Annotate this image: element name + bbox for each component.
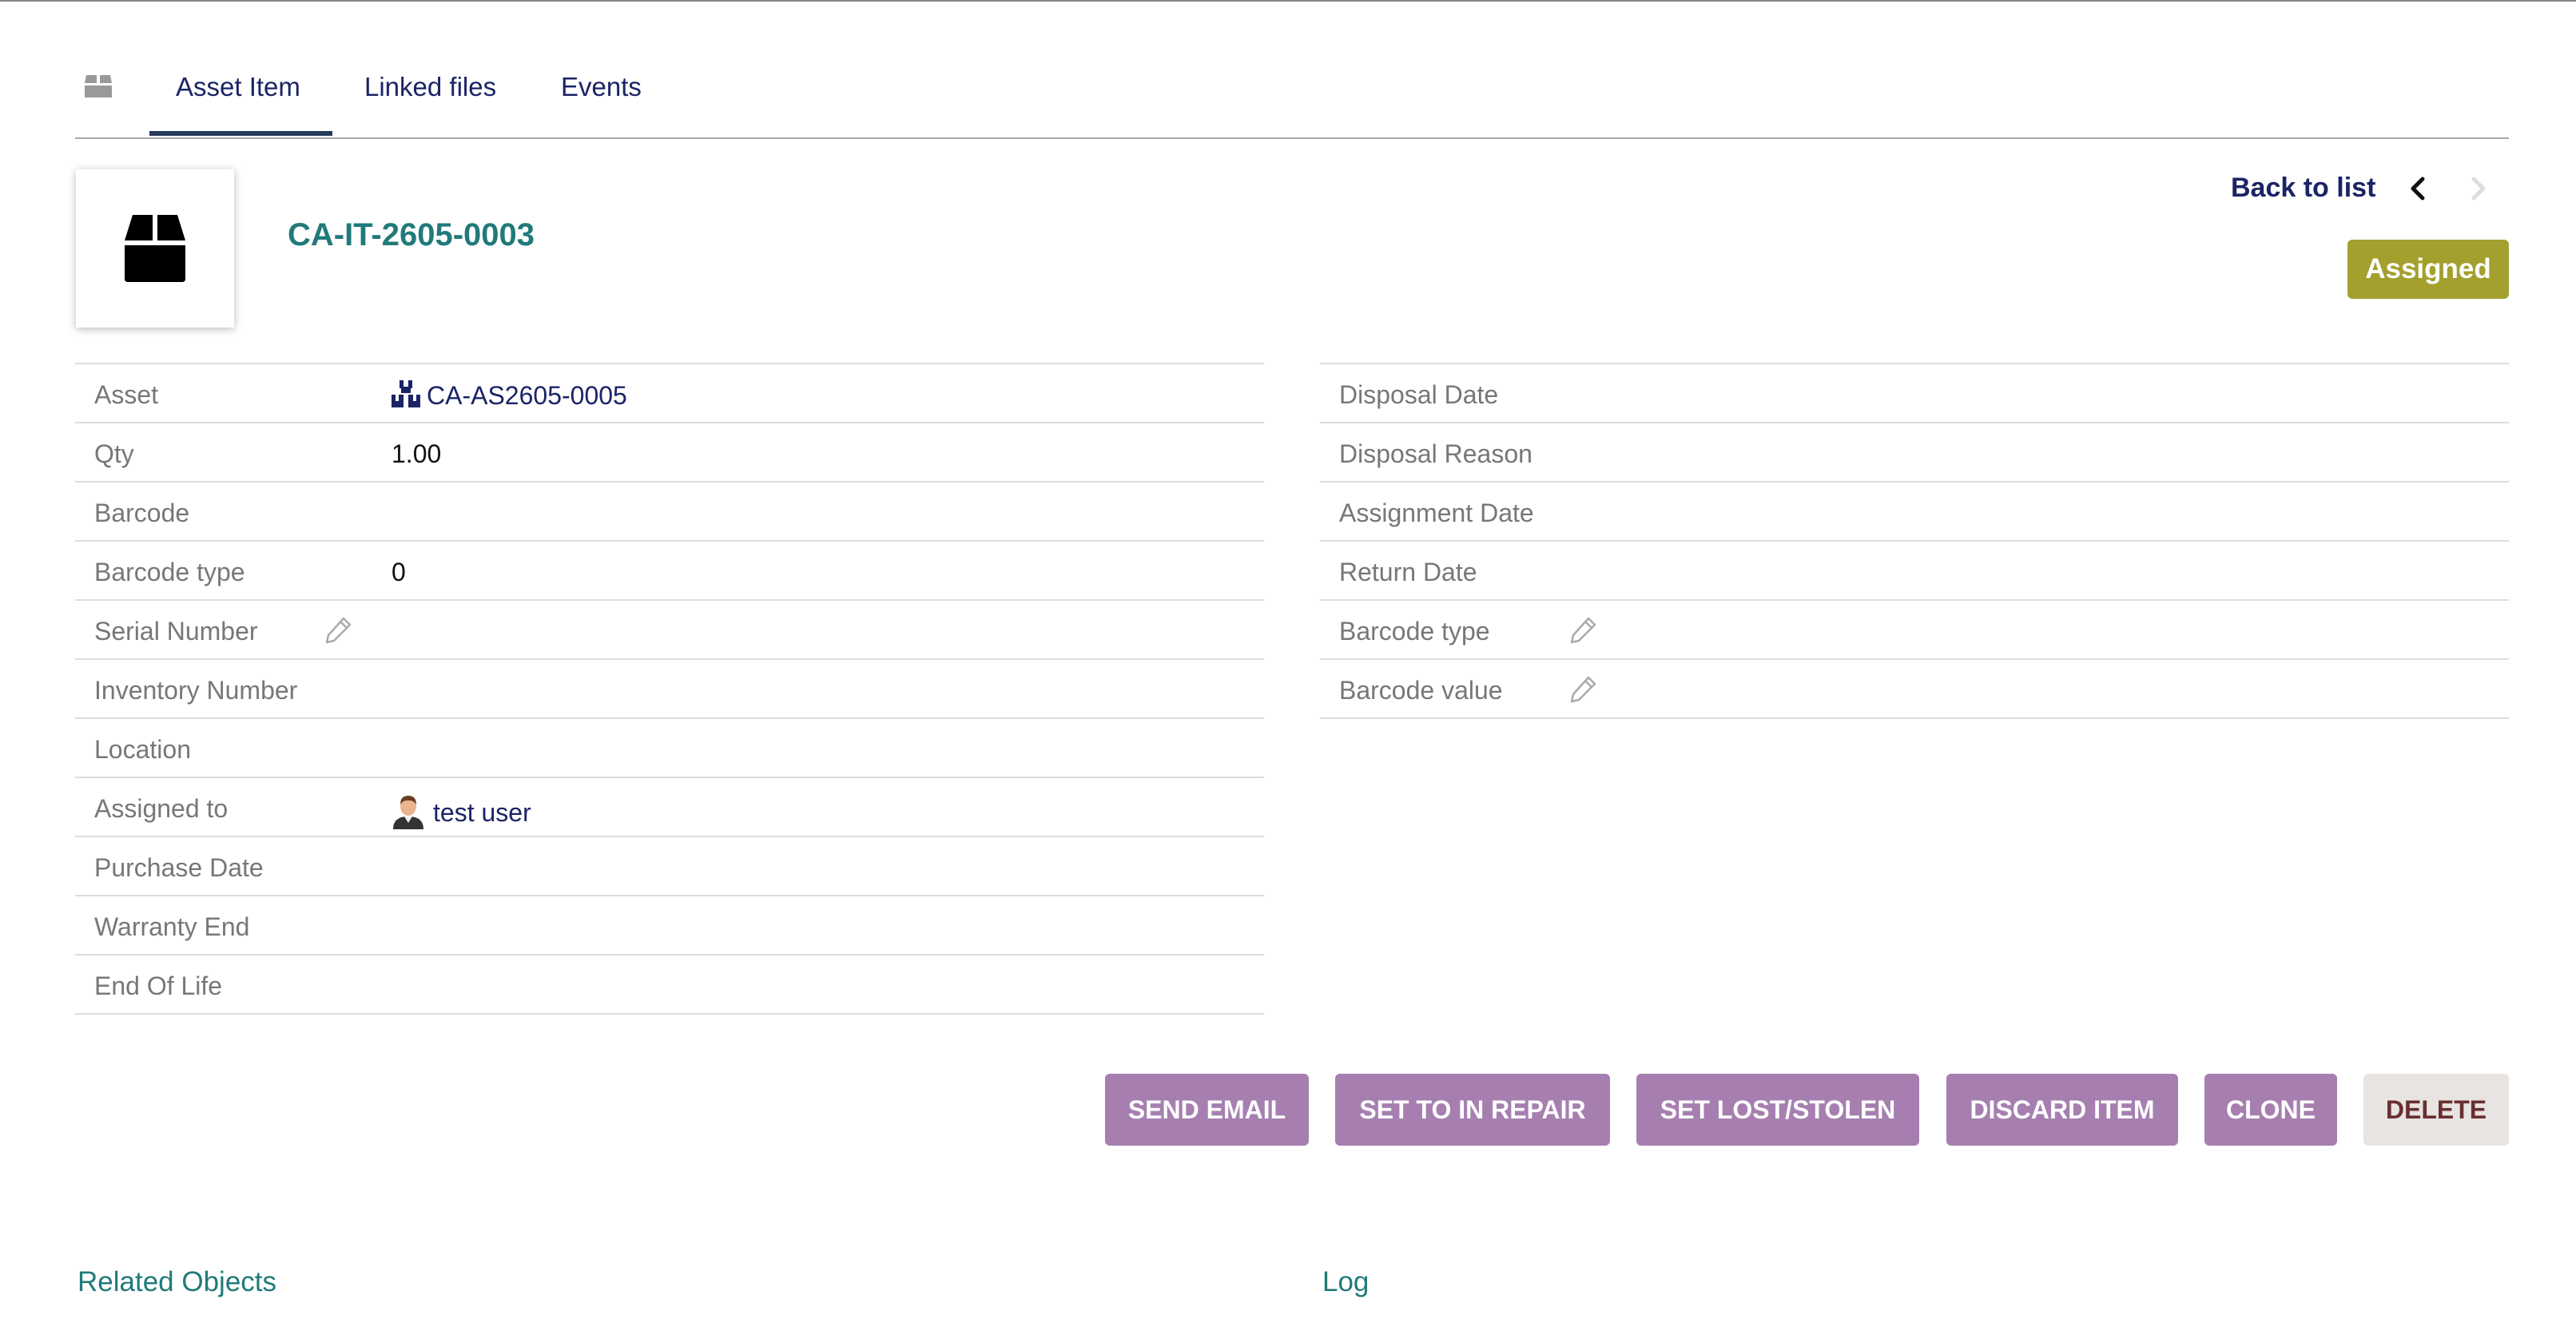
page-title: CA-IT-2605-0003 (288, 217, 535, 252)
delete-button[interactable]: DELETE (2363, 1074, 2509, 1146)
box-icon (83, 70, 113, 101)
field-value: 0 (392, 558, 406, 586)
set-in-repair-button[interactable]: SET TO IN REPAIR (1335, 1074, 1610, 1146)
status-badge: Assigned (2347, 240, 2509, 299)
asset-icon (392, 380, 420, 407)
field-label: Serial Number (94, 617, 258, 646)
previous-record-button[interactable] (2405, 173, 2432, 205)
field-label: Qty (94, 439, 134, 468)
tab-asset-item[interactable]: Asset Item (149, 72, 332, 136)
field-row-serial-number: Serial Number (75, 601, 1264, 660)
discard-item-button[interactable]: DISCARD ITEM (1946, 1074, 2178, 1146)
next-record-button[interactable] (2464, 173, 2491, 205)
edit-serial-number-button[interactable] (324, 615, 353, 644)
pencil-icon (1570, 676, 1596, 703)
field-label: Barcode type (1339, 617, 1490, 646)
field-label: Assignment Date (1339, 499, 1534, 527)
chevron-left-icon (2411, 177, 2425, 201)
field-row-barcode-type: Barcode type 0 (75, 542, 1264, 601)
tab-bar: Asset Item Linked files Events (75, 2, 2509, 139)
field-row-end-of-life: End Of Life (75, 956, 1264, 1015)
field-label: Asset (94, 380, 159, 409)
asset-thumbnail (76, 169, 234, 328)
field-label: Disposal Reason (1339, 439, 1532, 468)
field-row-barcode-type-2: Barcode type (1320, 601, 2509, 660)
field-label: Return Date (1339, 558, 1477, 586)
edit-barcode-value-button[interactable] (1569, 674, 1598, 703)
field-row-disposal-date: Disposal Date (1320, 364, 2509, 423)
left-field-table: Asset CA-AS2605-0005 Qty 1.00 Barcode Ba… (75, 363, 1264, 1015)
field-label: Location (94, 735, 191, 764)
field-row-barcode-value: Barcode value (1320, 660, 2509, 719)
send-email-button[interactable]: SEND EMAIL (1105, 1074, 1309, 1146)
tab-linked-files[interactable]: Linked files (364, 72, 496, 102)
field-row-inventory-number: Inventory Number (75, 660, 1264, 719)
field-label: Barcode (94, 499, 190, 527)
pencil-icon (1570, 617, 1596, 644)
field-label: Warranty End (94, 912, 250, 941)
field-label: Barcode type (94, 558, 245, 586)
field-row-location: Location (75, 719, 1264, 778)
field-label: Disposal Date (1339, 380, 1499, 409)
field-label: Purchase Date (94, 853, 264, 882)
set-lost-stolen-button[interactable]: SET LOST/STOLEN (1636, 1074, 1919, 1146)
field-row-assigned-to: Assigned to test user (75, 778, 1264, 837)
field-row-purchase-date: Purchase Date (75, 837, 1264, 896)
user-avatar-icon (393, 796, 423, 829)
field-label: Inventory Number (94, 676, 298, 705)
pencil-icon (325, 617, 352, 644)
field-value: 1.00 (392, 439, 442, 468)
back-to-list-link[interactable]: Back to list (2231, 173, 2375, 204)
tab-events[interactable]: Events (561, 72, 642, 102)
box-icon (125, 215, 185, 282)
right-field-table: Disposal Date Disposal Reason Assignment… (1320, 363, 2509, 719)
log-title: Log (1322, 1266, 1369, 1297)
field-row-qty: Qty 1.00 (75, 423, 1264, 483)
clone-button[interactable]: CLONE (2204, 1074, 2337, 1146)
field-row-asset: Asset CA-AS2605-0005 (75, 364, 1264, 423)
assigned-user-link[interactable]: test user (392, 794, 531, 829)
field-row-warranty-end: Warranty End (75, 896, 1264, 956)
field-row-return-date: Return Date (1320, 542, 2509, 601)
asset-ref: CA-AS2605-0005 (427, 381, 627, 410)
field-row-disposal-reason: Disposal Reason (1320, 423, 2509, 483)
field-label: Barcode value (1339, 676, 1503, 705)
field-row-assignment-date: Assignment Date (1320, 483, 2509, 542)
chevron-right-icon (2471, 177, 2486, 201)
edit-barcode-type-button[interactable] (1569, 615, 1598, 644)
field-label: Assigned to (94, 794, 229, 823)
field-label: End Of Life (94, 971, 223, 1000)
related-objects-title: Related Objects (78, 1266, 277, 1297)
asset-link[interactable]: CA-AS2605-0005 (392, 380, 627, 411)
assigned-user-name: test user (433, 798, 531, 827)
field-row-barcode: Barcode (75, 483, 1264, 542)
